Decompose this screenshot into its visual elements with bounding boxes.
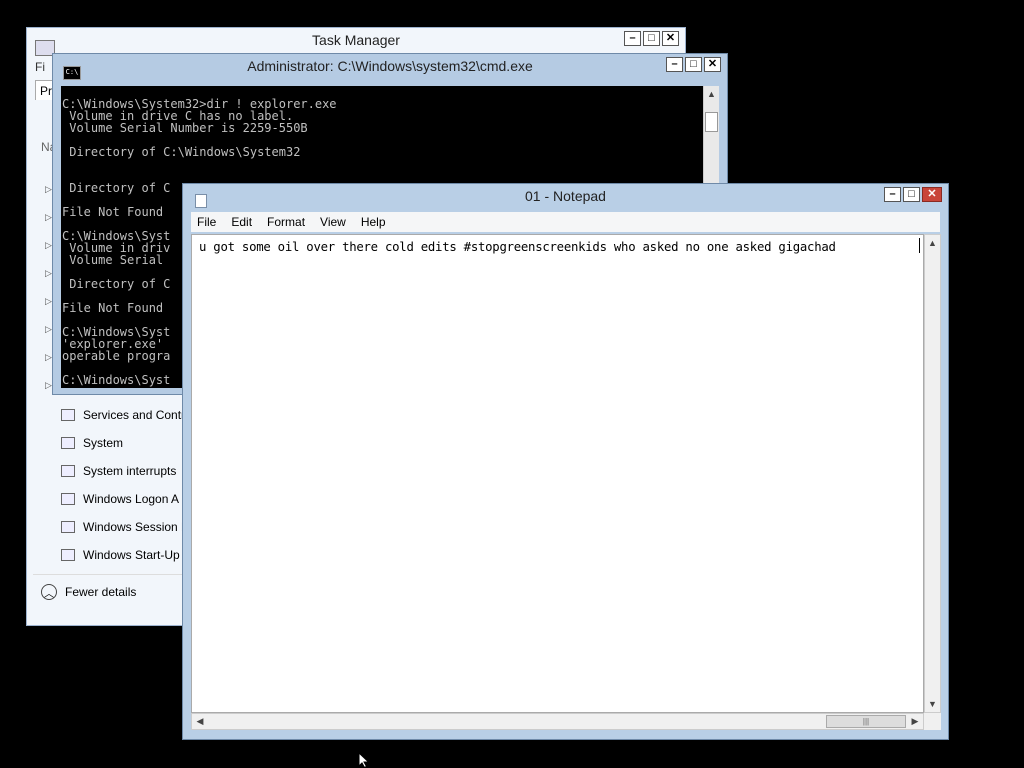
chevron-up-icon: ︿	[41, 584, 57, 600]
scroll-up-icon[interactable]: ▲	[704, 86, 719, 102]
menu-edit[interactable]: Edit	[231, 215, 252, 229]
task-manager-title: Task Manager	[312, 32, 400, 48]
process-row[interactable]: System	[61, 433, 123, 453]
scroll-down-icon[interactable]: ▼	[925, 696, 940, 712]
process-name: Windows Start-Up	[83, 548, 180, 562]
minimize-button[interactable]: –	[884, 187, 901, 202]
menu-help[interactable]: Help	[361, 215, 386, 229]
expand-arrow-icon[interactable]: ▷	[45, 296, 52, 307]
editor-content: u got some oil over there cold edits #st…	[199, 240, 836, 254]
maximize-button[interactable]: □	[685, 57, 702, 72]
scroll-right-icon[interactable]: ▶	[907, 714, 923, 729]
tm-menu-file[interactable]: Fi	[35, 60, 45, 74]
text-editor[interactable]: u got some oil over there cold edits #st…	[191, 234, 924, 713]
process-name: Windows Logon A	[83, 492, 180, 506]
service-icon	[61, 437, 75, 449]
process-row[interactable]: Services and Contr	[61, 405, 185, 425]
notepad-titlebar[interactable]: 01 - Notepad – □ ✕	[183, 184, 948, 208]
service-icon	[61, 493, 75, 505]
service-icon	[61, 521, 75, 533]
process-name: System interrupts	[83, 464, 177, 478]
service-icon	[61, 549, 75, 561]
menu-format[interactable]: Format	[267, 215, 305, 229]
horizontal-scrollbar[interactable]: ◀ ||| ▶	[191, 713, 924, 730]
menu-file[interactable]: File	[197, 215, 216, 229]
expand-arrow-icon[interactable]: ▷	[45, 268, 52, 279]
process-name: System	[83, 436, 124, 450]
expand-arrow-icon[interactable]: ▷	[45, 380, 52, 391]
cmd-title: Administrator: C:\Windows\system32\cmd.e…	[247, 58, 533, 74]
process-name: Services and Contr	[83, 408, 186, 422]
cmd-titlebar[interactable]: C:\ Administrator: C:\Windows\system32\c…	[53, 54, 727, 80]
service-icon	[61, 409, 75, 421]
close-button[interactable]: ✕	[662, 31, 679, 46]
task-manager-titlebar[interactable]: Task Manager – □ ✕	[27, 28, 685, 56]
expand-arrow-icon[interactable]: ▷	[45, 324, 52, 335]
menu-view[interactable]: View	[320, 215, 346, 229]
tab-processes[interactable]: Pr	[35, 80, 53, 100]
process-row[interactable]: Windows Start-Up	[61, 545, 180, 565]
mouse-pointer-icon	[358, 752, 370, 768]
minimize-button[interactable]: –	[666, 57, 683, 72]
expand-arrow-icon[interactable]: ▷	[45, 240, 52, 251]
fewer-details-label: Fewer details	[65, 585, 137, 599]
service-icon	[61, 465, 75, 477]
process-row[interactable]: System interrupts	[61, 461, 176, 481]
menu-bar: File Edit Format View Help	[191, 212, 940, 232]
scroll-thumb[interactable]	[705, 112, 718, 132]
scroll-thumb[interactable]: |||	[826, 715, 906, 728]
notepad-window[interactable]: 01 - Notepad – □ ✕ File Edit Format View…	[182, 183, 949, 740]
maximize-button[interactable]: □	[643, 31, 660, 46]
fewer-details-button[interactable]: ︿ Fewer details	[41, 584, 136, 600]
size-grip[interactable]	[924, 713, 941, 730]
process-name: Windows Session M	[83, 520, 192, 534]
expand-arrow-icon[interactable]: ▷	[45, 352, 52, 363]
minimize-button[interactable]: –	[624, 31, 641, 46]
scroll-up-icon[interactable]: ▲	[925, 235, 940, 251]
notepad-title: 01 - Notepad	[525, 188, 606, 204]
maximize-button[interactable]: □	[903, 187, 920, 202]
expand-arrow-icon[interactable]: ▷	[45, 184, 52, 195]
vertical-scrollbar[interactable]: ▲ ▼	[924, 234, 941, 713]
scroll-left-icon[interactable]: ◀	[192, 714, 208, 729]
text-caret	[919, 238, 920, 253]
close-button[interactable]: ✕	[922, 187, 942, 202]
close-button[interactable]: ✕	[704, 57, 721, 72]
process-row[interactable]: Windows Session M	[61, 517, 191, 537]
process-row[interactable]: Windows Logon A	[61, 489, 179, 509]
expand-arrow-icon[interactable]: ▷	[45, 212, 52, 223]
